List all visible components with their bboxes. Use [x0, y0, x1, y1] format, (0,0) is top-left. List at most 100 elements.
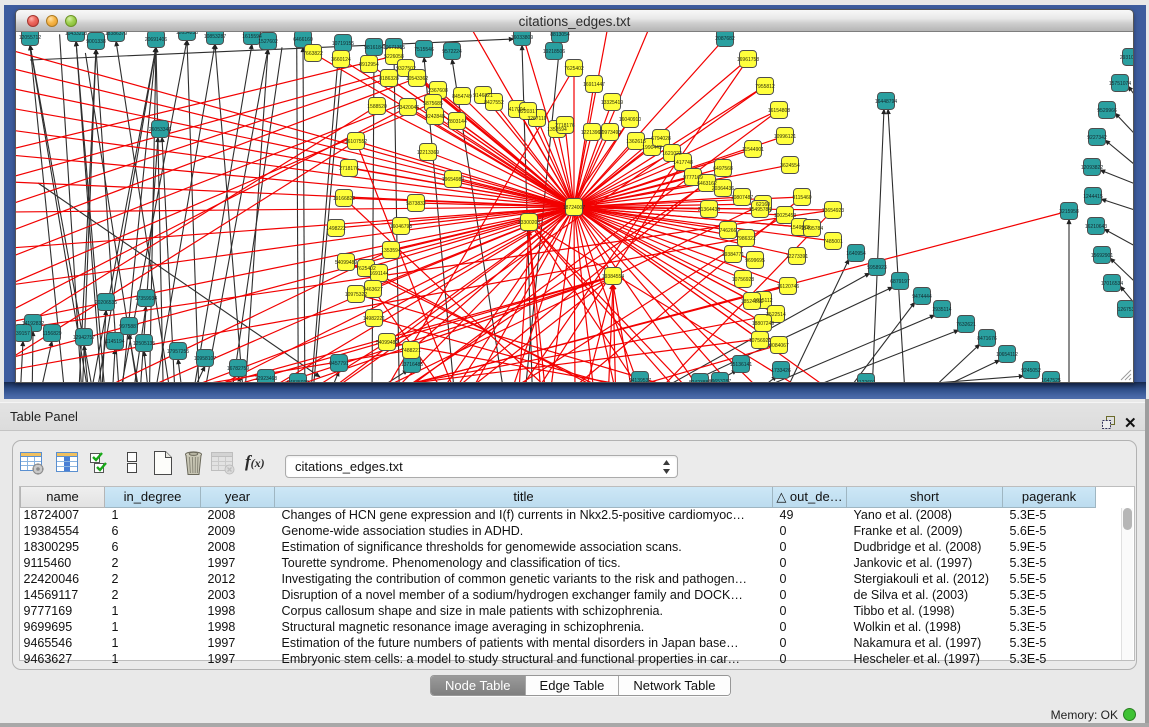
svg-text:12923468: 12923468	[255, 376, 277, 382]
svg-text:8454749: 8454749	[452, 94, 472, 100]
svg-text:8186328: 8186328	[379, 76, 399, 82]
svg-text:8220317: 8220317	[518, 109, 538, 115]
svg-text:6879197: 6879197	[890, 279, 910, 285]
svg-text:5226058: 5226058	[384, 54, 404, 60]
svg-text:18386379: 18386379	[105, 32, 127, 37]
svg-text:10719155: 10719155	[332, 41, 354, 47]
svg-text:1498222: 1498222	[326, 226, 346, 232]
svg-text:18524851: 18524851	[741, 299, 763, 305]
svg-text:6794028: 6794028	[651, 136, 671, 142]
svg-text:10853287: 10853287	[204, 34, 226, 40]
svg-text:19166822: 19166822	[333, 196, 355, 202]
svg-text:18724007: 18724007	[563, 205, 585, 211]
svg-text:8813054: 8813054	[550, 32, 570, 38]
svg-text:10025453: 10025453	[774, 213, 796, 219]
svg-text:9327502: 9327502	[396, 66, 416, 72]
svg-text:39157: 39157	[16, 331, 30, 337]
svg-text:16107552: 16107552	[345, 139, 367, 145]
svg-text:19384771: 19384771	[722, 252, 744, 258]
svg-text:1691144: 1691144	[369, 271, 388, 277]
svg-text:1122691: 1122691	[856, 380, 875, 382]
svg-text:8912954: 8912954	[359, 62, 379, 68]
svg-text:1527602: 1527602	[258, 39, 278, 45]
svg-text:16961758: 16961758	[737, 57, 759, 63]
svg-text:18807249: 18807249	[752, 321, 774, 327]
svg-text:7485001: 7485001	[823, 239, 843, 245]
svg-text:19654983: 19654983	[442, 177, 464, 183]
svg-text:3624554: 3624554	[780, 163, 800, 169]
svg-text:5875685: 5875685	[423, 101, 443, 107]
svg-text:10671355: 10671355	[383, 45, 405, 51]
svg-text:10543362: 10543362	[406, 76, 428, 82]
svg-text:9816184: 9816184	[364, 45, 384, 51]
svg-text:9474444: 9474444	[912, 294, 932, 300]
svg-text:1145194: 1145194	[105, 339, 124, 345]
svg-text:9457791: 9457791	[329, 361, 349, 367]
svg-text:7663822: 7663822	[303, 51, 323, 57]
svg-text:23420046: 23420046	[397, 105, 419, 111]
svg-text:16046798: 16046798	[390, 224, 412, 230]
svg-text:26053346: 26053346	[149, 127, 171, 133]
svg-text:1990443: 1990443	[642, 145, 662, 151]
svg-text:10756921: 10756921	[749, 338, 771, 344]
svg-text:20364436: 20364436	[712, 186, 734, 192]
svg-text:10433218: 10433218	[65, 32, 87, 37]
svg-text:9115460: 9115460	[792, 195, 811, 201]
svg-text:15136141: 15136141	[730, 362, 752, 368]
svg-text:9146821: 9146821	[473, 93, 493, 99]
svg-text:14192832: 14192832	[22, 321, 44, 327]
svg-text:19384554: 19384554	[602, 274, 624, 280]
svg-text:10958107: 10958107	[194, 356, 216, 362]
svg-text:20206535: 20206535	[95, 300, 117, 306]
svg-text:1733426: 1733426	[771, 368, 791, 374]
svg-text:10996121: 10996121	[774, 134, 796, 140]
svg-text:12093822: 12093822	[1081, 165, 1103, 171]
svg-text:13716485: 13716485	[401, 362, 423, 368]
svg-text:12273391: 12273391	[786, 254, 808, 260]
svg-text:1647525: 1647525	[1041, 378, 1061, 382]
svg-text:19218506: 19218506	[543, 49, 565, 55]
svg-text:10975322: 10975322	[345, 292, 367, 298]
svg-text:16033809: 16033809	[511, 35, 533, 41]
svg-text:9227342: 9227342	[1087, 135, 1107, 141]
svg-text:1156829: 1156829	[42, 331, 61, 337]
svg-text:17359934: 17359934	[135, 296, 157, 302]
svg-text:7986322: 7986322	[736, 236, 756, 242]
svg-text:2522514: 2522514	[766, 312, 786, 318]
svg-text:11544901: 11544901	[742, 147, 764, 153]
svg-text:15751074: 15751074	[1109, 81, 1131, 87]
svg-text:13654923: 13654923	[822, 208, 844, 214]
svg-text:2367608: 2367608	[428, 88, 448, 94]
svg-text:1353594: 1353594	[381, 248, 401, 254]
svg-text:2803144: 2803144	[447, 119, 467, 125]
svg-text:12942757: 12942757	[73, 335, 95, 341]
svg-text:16210643: 16210643	[1085, 224, 1107, 230]
svg-text:12055712: 12055712	[19, 35, 41, 41]
svg-text:94139537: 94139537	[629, 378, 651, 382]
svg-text:9699695: 9699695	[745, 258, 765, 264]
svg-text:1417748: 1417748	[673, 160, 693, 166]
svg-text:12505135: 12505135	[133, 341, 155, 347]
svg-text:9529966: 9529966	[1097, 108, 1117, 114]
svg-text:21364436: 21364436	[698, 207, 720, 213]
svg-text:2935114: 2935114	[932, 307, 951, 313]
svg-text:7632621: 7632621	[956, 322, 976, 328]
svg-text:1588520: 1588520	[367, 104, 387, 110]
svg-text:16782759: 16782759	[227, 366, 249, 372]
svg-text:7955812: 7955812	[755, 84, 775, 90]
svg-text:10973493: 10973493	[599, 130, 621, 136]
svg-text:94835030: 94835030	[287, 380, 309, 382]
svg-text:23300203: 23300203	[518, 220, 540, 226]
svg-text:16154808: 16154808	[768, 108, 790, 114]
svg-text:2087682: 2087682	[715, 36, 735, 42]
svg-text:99653287: 99653287	[709, 379, 731, 382]
svg-text:2718176: 2718176	[555, 123, 575, 129]
svg-text:126753: 126753	[1118, 307, 1133, 313]
svg-text:54099489: 54099489	[335, 260, 357, 266]
svg-text:10807487: 10807487	[731, 195, 753, 201]
svg-text:16120746: 16120746	[777, 284, 799, 290]
svg-text:15495784: 15495784	[801, 226, 823, 232]
svg-text:12213369: 12213369	[417, 150, 439, 156]
svg-text:8471676: 8471676	[977, 336, 997, 342]
svg-text:16911447: 16911447	[583, 82, 605, 88]
